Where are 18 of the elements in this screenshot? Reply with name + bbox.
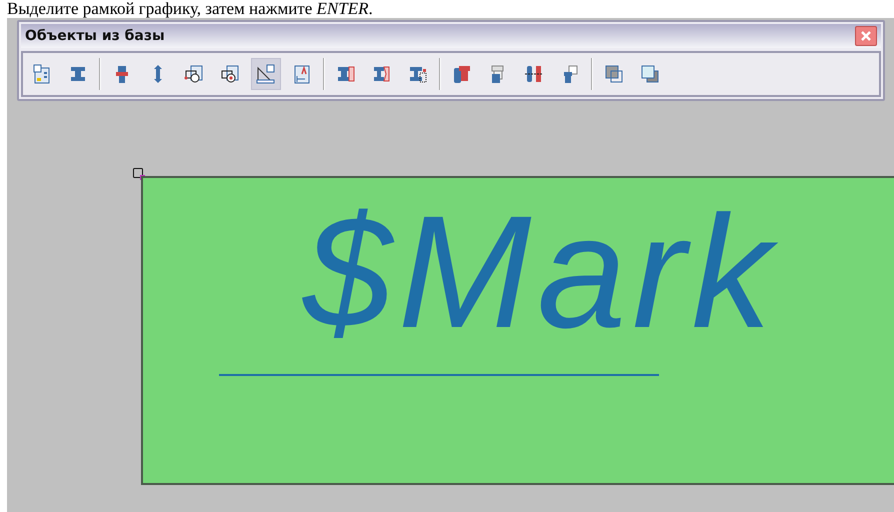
i-beam-icon xyxy=(372,64,392,84)
mark-text: $Mark xyxy=(303,184,778,360)
i-beam-icon xyxy=(68,64,88,84)
i-beam-icon xyxy=(408,64,428,84)
properties-icon xyxy=(32,64,52,84)
target-document-icon xyxy=(220,64,240,84)
close-icon xyxy=(860,30,872,42)
layer-back-icon xyxy=(604,64,624,84)
pipe-pair-icon xyxy=(524,64,544,84)
layer-front-icon xyxy=(640,64,660,84)
toolbar-button[interactable] xyxy=(251,58,281,90)
window-title: Объекты из базы xyxy=(25,28,165,44)
circle-document-icon xyxy=(184,64,204,84)
text-document-icon xyxy=(292,64,312,84)
close-button[interactable] xyxy=(855,26,877,46)
grip-handle-icon[interactable] xyxy=(133,168,145,180)
i-beam-icon xyxy=(336,64,356,84)
instruction-text: Выделите рамкой графику, затем нажмите ENTER. xyxy=(6,0,374,18)
